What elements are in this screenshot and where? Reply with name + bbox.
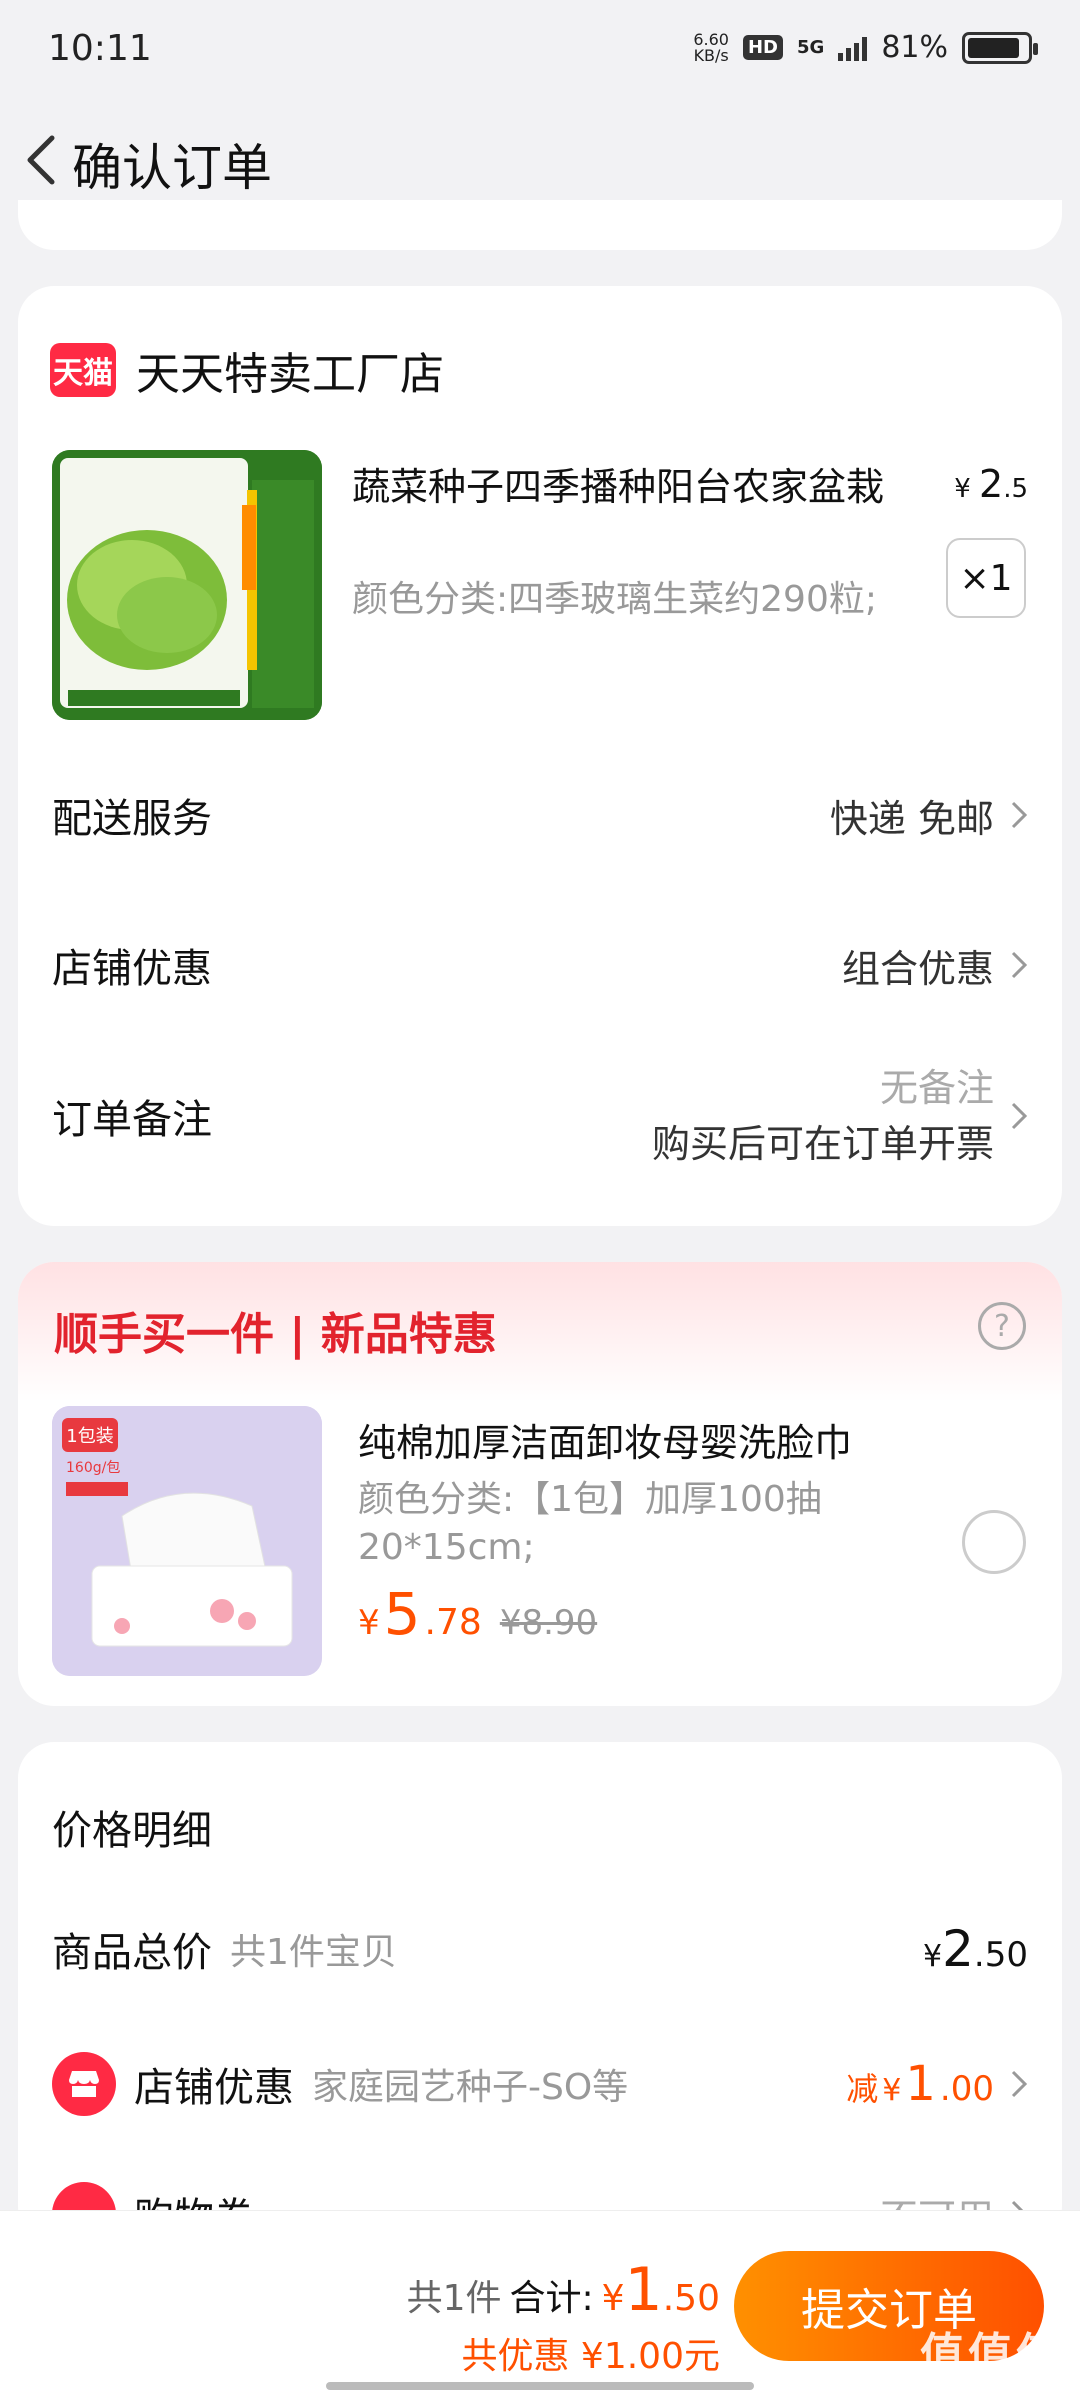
price-detail-card: 价格明细 商品总价 共1件宝贝 ¥ 2 .50 店铺优惠 家庭园艺种子-SO等 … <box>18 1742 1062 2242</box>
note-placeholder: 无备注 <box>879 1066 994 1110</box>
goods-total-row: 商品总价 共1件宝贝 ¥ 2 .50 <box>52 1920 1028 1978</box>
addon-product-name[interactable]: 纯棉加厚洁面卸妆母婴洗脸巾 <box>358 1412 852 1467</box>
watermark: 值值值 zhizhizhi.com <box>920 2318 1064 2400</box>
invoice-hint: 购买后可在订单开票 <box>651 1122 994 1166</box>
address-card-bottom <box>18 200 1062 250</box>
goods-total-amount: ¥ 2 .50 <box>923 1920 1028 1978</box>
product-price: ¥ 2.5 <box>954 462 1028 506</box>
speed-unit: KB/s <box>693 45 729 65</box>
delivery-label: 配送服务 <box>52 796 212 842</box>
chevron-right-icon <box>1011 801 1028 829</box>
help-icon[interactable]: ? <box>978 1302 1026 1350</box>
watermark-logo: 值值值 <box>920 2329 1064 2380</box>
goods-total-label: 商品总价 <box>52 1930 212 1976</box>
shop-discount-row[interactable]: 店铺优惠 组合优惠 <box>52 936 1028 994</box>
status-icons: 6.60 KB/s HD 5G 81% <box>693 30 1038 65</box>
status-bar: 10:11 6.60 KB/s HD 5G 81% <box>0 0 1080 100</box>
shop-icon <box>52 2052 116 2116</box>
battery-percent: 81% <box>881 30 948 65</box>
store-name: 天天特卖工厂店 <box>136 349 444 400</box>
addon-image-tag: 1包装 <box>66 1426 113 1447</box>
total-label: 合计: <box>509 2278 594 2319</box>
tmall-logo-icon: 天猫 <box>50 343 116 397</box>
price-shop-discount-row[interactable]: 店铺优惠 家庭园艺种子-SO等 减 ¥ 1 .00 <box>52 2052 1028 2116</box>
order-note-value: 无备注 购买后可在订单开票 <box>652 1060 1028 1172</box>
checkout-summary: 共1件 合计: ¥ 1 .50 共优惠 ¥1.00元 <box>407 2255 720 2379</box>
hd-icon: HD <box>742 35 783 60</box>
store-order-card: 天猫 天天特卖工厂店 蔬菜种子四季播种阳台农家盆栽 ¥ 2.5 颜色分类:四季玻… <box>18 286 1062 1226</box>
quantity-button[interactable]: ×1 <box>946 538 1026 618</box>
chevron-right-icon <box>1011 2070 1028 2098</box>
delivery-row[interactable]: 配送服务 快递 免邮 <box>52 786 1028 844</box>
addon-product-variant: 颜色分类:【1包】加厚100抽 20*15cm; <box>358 1479 822 1568</box>
signal-icon <box>838 35 868 61</box>
order-note-label: 订单备注 <box>52 1097 212 1143</box>
store-header[interactable]: 天猫 天天特卖工厂店 <box>50 338 444 402</box>
chevron-right-icon <box>1011 951 1028 979</box>
addon-product-image[interactable]: 1包装 160g/包 <box>52 1406 322 1676</box>
addon-old-price: ¥8.90 <box>499 1603 598 1643</box>
addon-price: ¥ 5 .78 ¥8.90 <box>358 1580 598 1648</box>
status-time: 10:11 <box>48 28 152 69</box>
addon-card: 顺手买一件 | 新品特惠 ? 1包装 160g/包 纯棉加厚洁面卸妆母婴洗脸巾 … <box>18 1262 1062 1706</box>
network-speed: 6.60 KB/s <box>693 31 729 65</box>
back-arrow-icon[interactable] <box>18 130 68 190</box>
shop-discount-label: 店铺优惠 <box>52 946 212 992</box>
saved-amount: 共优惠 ¥1.00元 <box>461 2336 720 2377</box>
chevron-right-icon <box>1011 1102 1028 1130</box>
addon-title: 顺手买一件 | 新品特惠 <box>54 1309 497 1360</box>
total-amount: ¥ 1 .50 <box>601 2255 720 2325</box>
price-shop-discount-label: 店铺优惠 <box>134 2065 294 2111</box>
battery-icon <box>962 31 1038 64</box>
price-shop-discount-amount: 减 ¥ 1 .00 <box>846 2056 994 2112</box>
product-variant[interactable]: 颜色分类:四季玻璃生菜约290粒; <box>352 570 877 622</box>
product-image[interactable] <box>52 450 322 720</box>
product-title[interactable]: 蔬菜种子四季播种阳台农家盆栽 <box>352 456 884 511</box>
addon-image-sub: 160g/包 <box>66 1460 120 1476</box>
addon-select-radio[interactable] <box>962 1510 1026 1574</box>
order-note-row[interactable]: 订单备注 无备注 购买后可在订单开票 <box>52 1060 1028 1172</box>
checkout-bar: 共1件 合计: ¥ 1 .50 共优惠 ¥1.00元 提交订单 <box>0 2210 1080 2400</box>
price-detail-title: 价格明细 <box>52 1808 212 1854</box>
goods-total-count: 共1件宝贝 <box>230 1932 397 1973</box>
page-title: 确认订单 <box>72 139 272 197</box>
network-type: 5G <box>797 37 825 58</box>
item-count: 共1件 <box>406 2278 502 2319</box>
watermark-url: zhizhizhi.com <box>942 2382 1064 2400</box>
delivery-value: 快递 免邮 <box>830 788 1028 843</box>
price-shop-discount-sub: 家庭园艺种子-SO等 <box>312 2067 629 2108</box>
shop-discount-value: 组合优惠 <box>842 938 1028 993</box>
home-indicator[interactable] <box>326 2382 754 2390</box>
